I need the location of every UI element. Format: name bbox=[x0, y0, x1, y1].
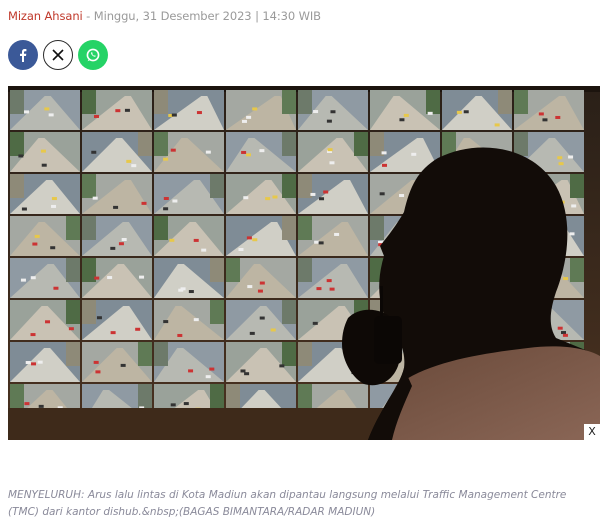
article-photo: X bbox=[8, 86, 600, 440]
cctv-feed-tile bbox=[154, 90, 224, 130]
x-share-button[interactable] bbox=[43, 40, 73, 70]
cctv-feed-tile bbox=[154, 258, 224, 298]
cctv-feed-tile bbox=[82, 216, 152, 256]
cctv-feed-tile bbox=[82, 90, 152, 130]
close-button[interactable]: X bbox=[584, 424, 600, 440]
cctv-feed-tile bbox=[10, 132, 80, 172]
cctv-feed-tile bbox=[82, 300, 152, 340]
cctv-feed-tile bbox=[370, 90, 440, 130]
cctv-feed-tile bbox=[298, 216, 368, 256]
cctv-feed-tile bbox=[154, 132, 224, 172]
cctv-feed-tile bbox=[82, 342, 152, 382]
cctv-feed-tile bbox=[226, 174, 296, 214]
cctv-feed-tile bbox=[442, 90, 512, 130]
cctv-feed-tile bbox=[10, 300, 80, 340]
cctv-feed-tile bbox=[10, 258, 80, 298]
cctv-feed-tile bbox=[298, 174, 368, 214]
byline-separator: - bbox=[82, 9, 94, 23]
facebook-share-button[interactable] bbox=[8, 40, 38, 70]
cctv-feed-tile bbox=[226, 216, 296, 256]
share-bar bbox=[8, 40, 108, 70]
cctv-feed-tile bbox=[154, 174, 224, 214]
cctv-feed-tile bbox=[10, 216, 80, 256]
whatsapp-share-button[interactable] bbox=[78, 40, 108, 70]
cctv-feed-tile bbox=[298, 90, 368, 130]
whatsapp-icon bbox=[86, 48, 100, 62]
cctv-feed-tile bbox=[82, 132, 152, 172]
x-icon bbox=[52, 49, 64, 61]
cctv-feed-tile bbox=[154, 342, 224, 382]
cctv-feed-tile bbox=[298, 258, 368, 298]
publish-datetime: Minggu, 31 Desember 2023 | 14:30 WIB bbox=[93, 9, 321, 23]
cctv-control-room-image bbox=[8, 86, 600, 440]
cctv-feed-tile bbox=[226, 90, 296, 130]
author-link[interactable]: Mizan Ahsani bbox=[8, 9, 83, 23]
facebook-icon bbox=[20, 49, 27, 62]
cctv-feed-tile bbox=[154, 300, 224, 340]
cctv-feed-tile bbox=[298, 132, 368, 172]
cctv-feed-tile bbox=[514, 90, 584, 130]
cctv-feed-tile bbox=[226, 300, 296, 340]
cctv-feed-tile bbox=[226, 342, 296, 382]
article-byline: Mizan Ahsani - Minggu, 31 Desember 2023 … bbox=[8, 9, 321, 23]
cctv-feed-tile bbox=[226, 258, 296, 298]
cctv-feed-tile bbox=[82, 174, 152, 214]
cctv-feed-tile bbox=[10, 342, 80, 382]
cctv-feed-tile bbox=[154, 216, 224, 256]
cctv-feed-tile bbox=[82, 258, 152, 298]
photo-caption: MENYELURUH: Arus lalu lintas di Kota Mad… bbox=[8, 489, 567, 518]
cctv-feed-tile bbox=[226, 132, 296, 172]
cctv-feed-tile bbox=[10, 174, 80, 214]
cctv-feed-tile bbox=[10, 90, 80, 130]
